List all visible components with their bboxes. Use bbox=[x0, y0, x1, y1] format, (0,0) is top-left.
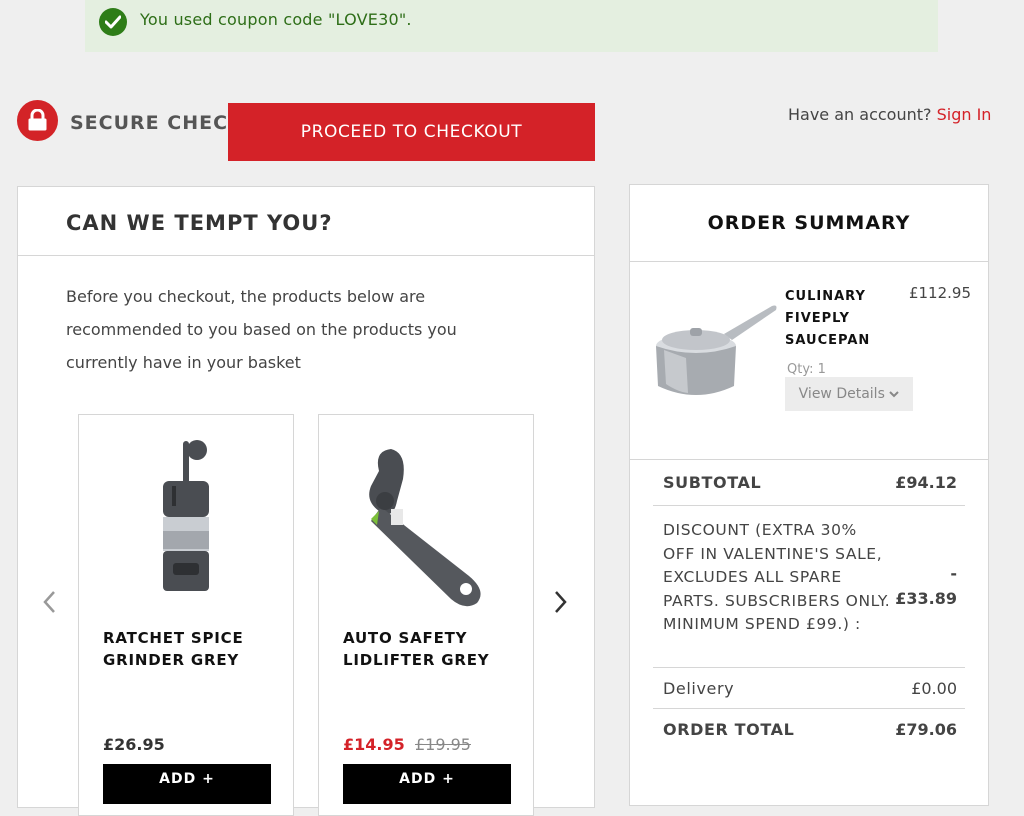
spice-grinder-image[interactable] bbox=[79, 431, 293, 611]
basket-item: CULINARY FIVEPLY SAUCEPAN £112.95 Qty: 1… bbox=[630, 262, 988, 460]
recommendations-title: CAN WE TEMPT YOU? bbox=[66, 211, 333, 235]
discount-value: £33.89 bbox=[895, 589, 957, 608]
discount-label: DISCOUNT (EXTRA 30% OFF IN VALENTINE'S S… bbox=[663, 521, 891, 633]
account-question: Have an account? bbox=[788, 105, 932, 124]
lid-lifter-image[interactable] bbox=[319, 431, 533, 611]
subtotal-label: SUBTOTAL bbox=[663, 473, 762, 492]
recommendations-panel: CAN WE TEMPT YOU? Before you checkout, t… bbox=[17, 186, 595, 816]
product-was-price: £19.95 bbox=[415, 735, 471, 754]
recommendations-intro: Before you checkout, the products below … bbox=[66, 287, 457, 372]
order-summary-panel: ORDER SUMMARY CULINARY FIVEPLY SAUCEPAN … bbox=[629, 184, 989, 806]
delivery-row: Delivery £0.00 bbox=[653, 668, 965, 709]
product-price: £26.95 bbox=[103, 735, 165, 754]
view-details-label: View Details bbox=[798, 386, 885, 402]
proceed-to-checkout-button[interactable]: PROCEED TO CHECKOUT bbox=[228, 103, 595, 161]
order-total-value: £79.06 bbox=[895, 720, 957, 739]
subtotal-row: SUBTOTAL £94.12 bbox=[653, 459, 965, 506]
discount-sign: - bbox=[950, 564, 957, 583]
order-total-label: ORDER TOTAL bbox=[663, 720, 795, 739]
carousel-next-icon[interactable] bbox=[548, 587, 572, 617]
product-sale-price: £14.95 bbox=[343, 735, 405, 754]
qty-label: Qty: bbox=[787, 362, 814, 377]
delivery-label: Delivery bbox=[663, 679, 735, 698]
lock-icon bbox=[17, 100, 58, 141]
totals: SUBTOTAL £94.12 DISCOUNT (EXTRA 30% OFF … bbox=[653, 459, 965, 749]
chevron-down-icon bbox=[889, 391, 900, 398]
basket-item-qty: Qty: 1 bbox=[787, 362, 826, 377]
product-card[interactable]: RATCHET SPICE GRINDER GREY £26.95 ADD + bbox=[78, 414, 294, 816]
coupon-message: You used coupon code "LOVE30". bbox=[140, 10, 412, 29]
checkmark-icon bbox=[99, 8, 127, 36]
order-summary-title: ORDER SUMMARY bbox=[707, 212, 911, 234]
product-name[interactable]: AUTO SAFETY LIDLIFTER GREY bbox=[343, 627, 523, 671]
delivery-value: £0.00 bbox=[911, 679, 957, 698]
basket-item-name[interactable]: CULINARY FIVEPLY SAUCEPAN bbox=[785, 286, 895, 352]
order-total-row: ORDER TOTAL £79.06 bbox=[653, 709, 965, 749]
qty-value: 1 bbox=[817, 362, 826, 377]
sign-in-link[interactable]: Sign In bbox=[937, 105, 992, 124]
account-prompt: Have an account? Sign In bbox=[788, 105, 991, 124]
carousel-prev-icon[interactable] bbox=[38, 587, 62, 617]
recommendations-header: CAN WE TEMPT YOU? bbox=[18, 187, 594, 256]
add-to-basket-button[interactable]: ADD + bbox=[103, 764, 271, 804]
add-to-basket-button[interactable]: ADD + bbox=[343, 764, 511, 804]
basket-item-price: £112.95 bbox=[908, 284, 971, 302]
product-name[interactable]: RATCHET SPICE GRINDER GREY bbox=[103, 627, 283, 671]
product-card[interactable]: AUTO SAFETY LIDLIFTER GREY £14.95 £19.95… bbox=[318, 414, 534, 816]
coupon-banner: You used coupon code "LOVE30". bbox=[85, 0, 938, 52]
subtotal-value: £94.12 bbox=[895, 473, 957, 492]
saucepan-image bbox=[656, 305, 777, 395]
order-summary-header: ORDER SUMMARY bbox=[630, 185, 988, 262]
discount-row: DISCOUNT (EXTRA 30% OFF IN VALENTINE'S S… bbox=[653, 506, 965, 668]
view-details-button[interactable]: View Details bbox=[785, 377, 913, 411]
